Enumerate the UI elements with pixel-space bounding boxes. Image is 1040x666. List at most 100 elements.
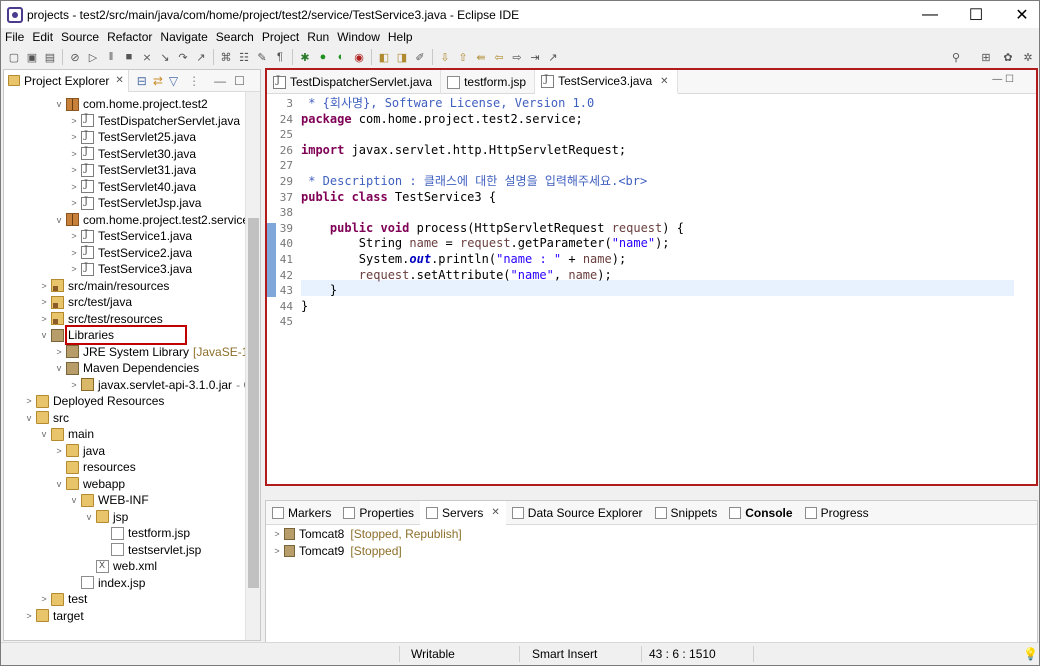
tab-project-explorer[interactable]: Project Explorer ✕ (4, 69, 129, 92)
tree-item[interactable]: > src/test/java (39, 294, 132, 310)
tree-item[interactable]: web.xml (84, 558, 157, 574)
editor-minimize-maximize-icon[interactable]: — ☐ (992, 74, 1014, 85)
chevron-right-icon[interactable]: > (54, 347, 64, 357)
menu-source[interactable]: Source (57, 30, 103, 44)
prev-annotation-icon[interactable]: ⇧ (455, 49, 471, 65)
chevron-right-icon[interactable]: > (24, 611, 34, 621)
new-icon[interactable]: ▢ (6, 49, 22, 65)
external-tools-icon[interactable]: ◉ (351, 49, 367, 65)
forward-icon[interactable]: ⇨ (509, 49, 525, 65)
chevron-right-icon[interactable]: > (69, 132, 79, 142)
tab-markers[interactable]: Markers (266, 501, 337, 525)
chevron-right-icon[interactable]: > (39, 314, 49, 324)
step-return-icon[interactable]: ↗ (193, 49, 209, 65)
suspend-icon[interactable]: ‖ (103, 49, 119, 65)
open-perspective-icon[interactable]: ⊞ (978, 49, 994, 65)
tree-item[interactable]: resources (54, 459, 136, 475)
close-icon[interactable]: ✕ (660, 76, 668, 87)
tree-item[interactable]: v com.home.project.test2 (54, 96, 208, 112)
tree-item[interactable]: > TestDispatcherServlet.java (69, 113, 240, 129)
tip-lightbulb-icon[interactable]: 💡 (1023, 647, 1038, 661)
code-area[interactable]: * {회사명}, Software License, Version 1.0 pa… (301, 94, 1019, 484)
search-icon[interactable]: ⚲ (948, 49, 964, 65)
tab-data-source-explorer[interactable]: Data Source Explorer (506, 501, 649, 525)
chevron-right-icon[interactable]: > (69, 380, 79, 390)
toggle-mark-icon[interactable]: ✎ (254, 49, 270, 65)
save-icon[interactable]: ▣ (24, 49, 40, 65)
tree-item[interactable]: > TestServlet40.java (69, 179, 196, 195)
chevron-right-icon[interactable]: > (54, 446, 64, 456)
tree-item[interactable]: > TestService1.java (69, 228, 192, 244)
close-icon[interactable]: ✕ (115, 75, 123, 86)
tree-item[interactable]: v WEB-INF (69, 492, 149, 508)
step-over-icon[interactable]: ↷ (175, 49, 191, 65)
chevron-right-icon[interactable]: > (39, 297, 49, 307)
chevron-right-icon[interactable]: > (39, 594, 49, 604)
chevron-down-icon[interactable]: v (54, 99, 64, 109)
tab-testform-jsp[interactable]: testform.jsp (441, 70, 536, 94)
chevron-right-icon[interactable]: > (69, 182, 79, 192)
chevron-right-icon[interactable]: > (69, 198, 79, 208)
show-whitespace-icon[interactable]: ¶ (272, 49, 288, 65)
debug-icon[interactable]: ✱ (297, 49, 313, 65)
chevron-right-icon[interactable]: > (69, 264, 79, 274)
chevron-right-icon[interactable]: > (39, 281, 49, 291)
tree-item[interactable]: v src (24, 410, 69, 426)
chevron-right-icon[interactable]: > (272, 529, 282, 539)
tree-item[interactable]: > TestService3.java (69, 261, 192, 277)
tree-item[interactable]: testservlet.jsp (99, 542, 201, 558)
collapse-all-icon[interactable]: ⊟ (137, 74, 147, 88)
last-edit-icon[interactable]: ⇚ (473, 49, 489, 65)
editor-scrollbar[interactable] (1021, 94, 1036, 484)
debug-perspective-icon[interactable]: ✲ (1020, 49, 1036, 65)
chevron-right-icon[interactable]: > (69, 116, 79, 126)
maximize-button[interactable]: ☐ (953, 1, 999, 28)
server-row[interactable]: > Tomcat9 [Stopped] (272, 543, 401, 559)
explorer-scroll-thumb[interactable] (248, 218, 259, 588)
run-last-tool-icon[interactable]: ◐ (333, 49, 349, 65)
skip-breakpoints-icon[interactable]: ⊘ (67, 49, 83, 65)
chevron-right-icon[interactable]: > (69, 149, 79, 159)
menu-help[interactable]: Help (384, 30, 417, 44)
tree-item[interactable]: v main (39, 426, 94, 442)
pin-editor-icon[interactable]: ⇥ (527, 49, 543, 65)
tree-item[interactable]: index.jsp (69, 575, 145, 591)
chevron-right-icon[interactable]: > (69, 231, 79, 241)
tab-snippets[interactable]: Snippets (649, 501, 724, 525)
tab-console[interactable]: Console (723, 501, 798, 525)
tree-item[interactable]: > TestServlet31.java (69, 162, 196, 178)
menu-project[interactable]: Project (258, 30, 303, 44)
tree-item[interactable]: > TestService2.java (69, 245, 192, 261)
chevron-down-icon[interactable]: v (24, 413, 34, 423)
tree-item[interactable]: > src/main/resources (39, 278, 169, 294)
chevron-right-icon[interactable]: > (69, 165, 79, 175)
perspective-quick-icon[interactable]: ↗ (545, 49, 561, 65)
run-icon[interactable]: ● (315, 49, 331, 65)
next-annotation-icon[interactable]: ⇩ (437, 49, 453, 65)
tree-item[interactable]: > target (24, 608, 83, 624)
tree-item[interactable]: > JRE System Library[JavaSE-1.8] (54, 344, 246, 360)
minimize-button[interactable]: — (907, 1, 953, 28)
filter-icon[interactable]: ▽ (169, 74, 178, 88)
step-into-icon[interactable]: ↘ (157, 49, 173, 65)
minimize-view-icon[interactable]: — (214, 74, 226, 88)
chevron-down-icon[interactable]: v (39, 429, 49, 439)
tab-progress[interactable]: Progress (799, 501, 875, 525)
back-icon[interactable]: ⇦ (491, 49, 507, 65)
tree-item[interactable]: v jsp (84, 509, 129, 525)
annotation-icon[interactable]: ✐ (412, 49, 428, 65)
close-icon[interactable]: ✕ (491, 507, 499, 518)
search-folder-icon[interactable]: ◨ (394, 49, 410, 65)
tree-item[interactable]: v webapp (54, 476, 125, 492)
resume-icon[interactable]: ▷ (85, 49, 101, 65)
chevron-right-icon[interactable]: > (24, 396, 34, 406)
save-all-icon[interactable]: ▤ (42, 49, 58, 65)
menu-refactor[interactable]: Refactor (103, 30, 156, 44)
java-ee-perspective-icon[interactable]: ✿ (1000, 49, 1016, 65)
tree-item[interactable]: v com.home.project.test2.service (54, 212, 246, 228)
terminate-icon[interactable]: ■ (121, 49, 137, 65)
menu-navigate[interactable]: Navigate (156, 30, 211, 44)
tab-servers[interactable]: Servers ✕ (420, 500, 506, 525)
tab-testdispatcherservlet-java[interactable]: TestDispatcherServlet.java (267, 70, 442, 94)
open-folder-icon[interactable]: ◧ (376, 49, 392, 65)
